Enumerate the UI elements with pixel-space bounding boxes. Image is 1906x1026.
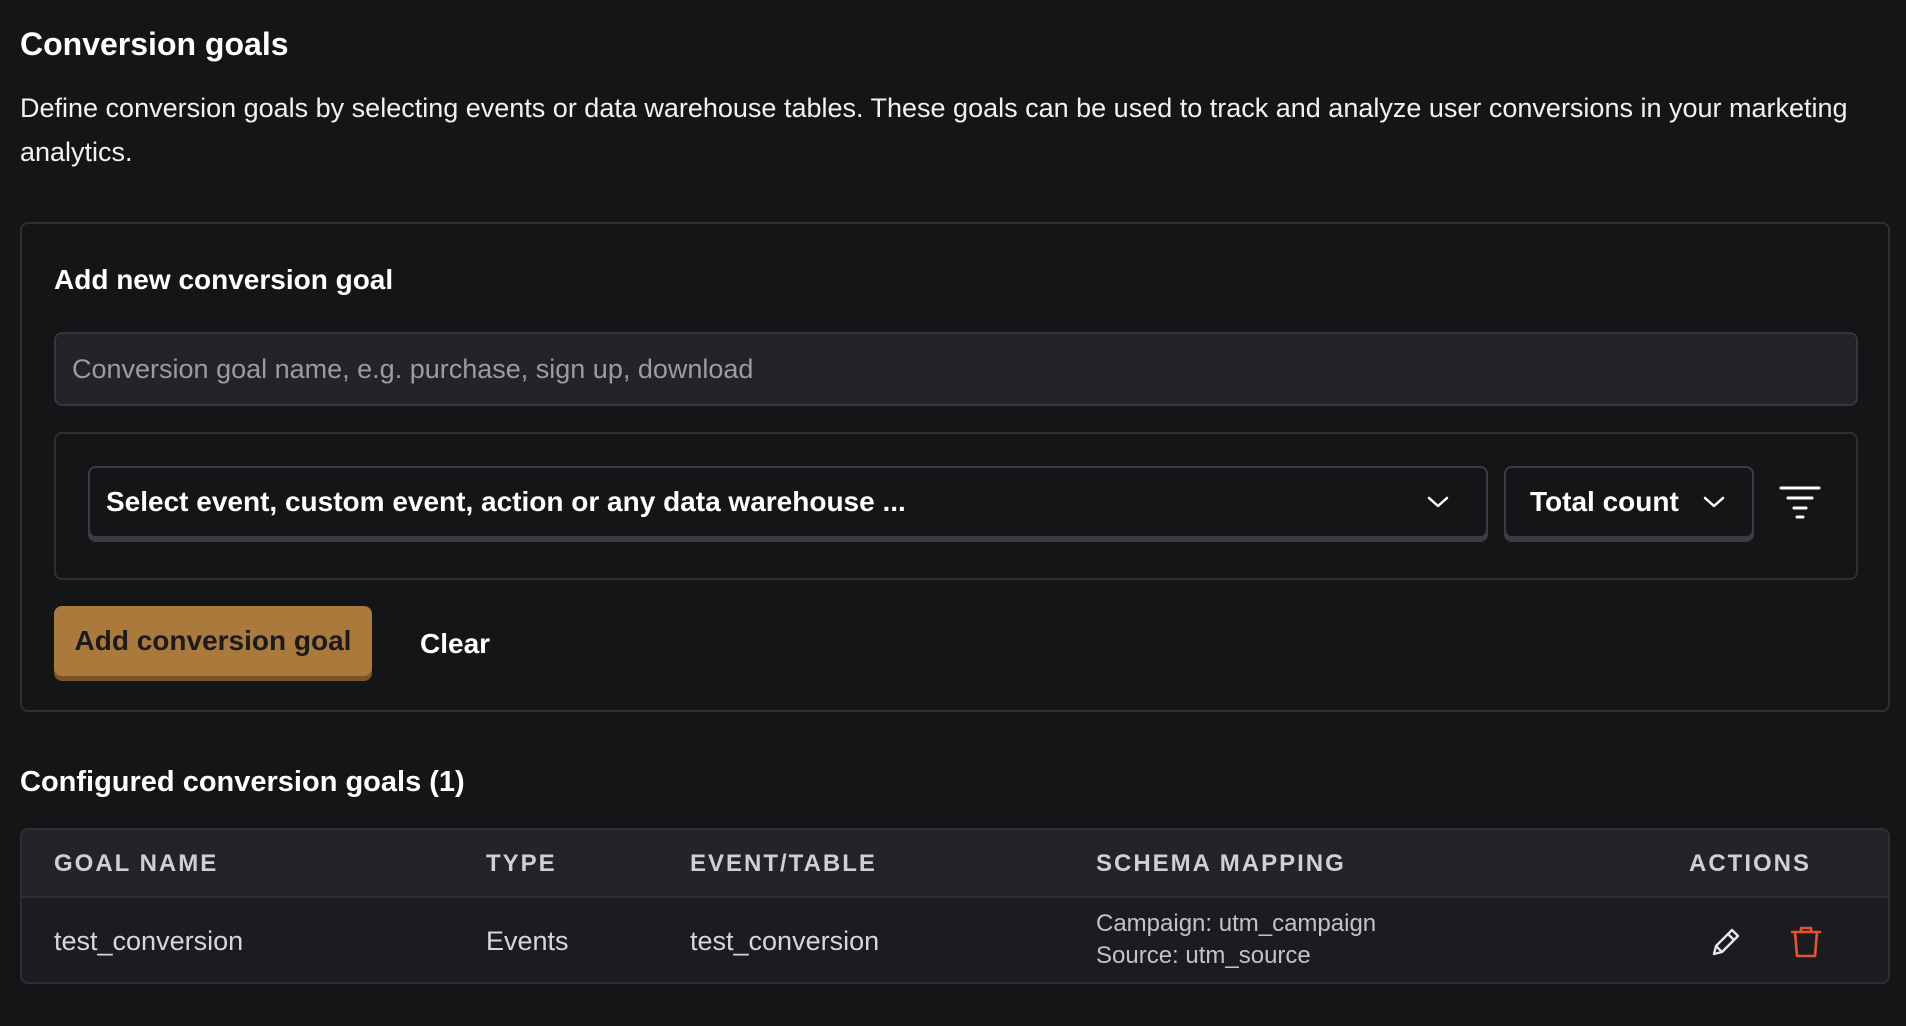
add-goal-title: Add new conversion goal bbox=[54, 264, 394, 295]
trash-icon[interactable] bbox=[1782, 918, 1830, 966]
add-goal-panel: Add new conversion goal Select event, cu… bbox=[20, 222, 1890, 712]
chevron-down-icon bbox=[1424, 488, 1452, 516]
mapping-source: Source: utm_source bbox=[1096, 942, 1311, 969]
column-header-schema-mapping: SCHEMA MAPPING bbox=[1096, 850, 1346, 877]
table-row: test_conversion Events test_conversion C… bbox=[22, 898, 1888, 982]
event-select-dropdown[interactable]: Select event, custom event, action or an… bbox=[88, 466, 1488, 538]
math-select-label: Total count bbox=[1530, 486, 1679, 517]
event-select-label: Select event, custom event, action or an… bbox=[106, 486, 906, 517]
add-conversion-goal-button[interactable]: Add conversion goal bbox=[54, 606, 372, 676]
conversion-goals-table: GOAL NAME TYPE EVENT/TABLE SCHEMA MAPPIN… bbox=[20, 828, 1890, 984]
goal-name-cell: test_conversion bbox=[54, 926, 244, 956]
clear-button[interactable]: Clear bbox=[412, 616, 498, 672]
column-header-event-table: EVENT/TABLE bbox=[690, 850, 877, 877]
conversion-goals-page: Conversion goals Define conversion goals… bbox=[0, 0, 1906, 1026]
chevron-down-icon bbox=[1700, 488, 1728, 516]
mapping-campaign: Campaign: utm_campaign bbox=[1096, 910, 1377, 937]
page-title: Conversion goals bbox=[20, 26, 289, 62]
column-header-goal-name: GOAL NAME bbox=[54, 850, 219, 877]
page-description: Define conversion goals by selecting eve… bbox=[20, 93, 1848, 167]
column-header-type: TYPE bbox=[486, 850, 557, 877]
event-selector-row: Select event, custom event, action or an… bbox=[54, 432, 1858, 580]
event-table-cell: test_conversion bbox=[690, 926, 880, 956]
filter-icon[interactable] bbox=[1776, 478, 1824, 526]
table-header: GOAL NAME TYPE EVENT/TABLE SCHEMA MAPPIN… bbox=[22, 830, 1888, 898]
math-select-dropdown[interactable]: Total count bbox=[1504, 466, 1754, 538]
goal-name-input[interactable] bbox=[54, 332, 1858, 406]
type-cell: Events bbox=[486, 926, 569, 956]
schema-mapping-cell: Campaign: utm_campaign Source: utm_sourc… bbox=[1096, 908, 1376, 972]
configured-goals-title: Configured conversion goals (1) bbox=[20, 766, 465, 798]
column-header-actions: ACTIONS bbox=[1689, 850, 1811, 877]
edit-icon[interactable] bbox=[1702, 918, 1750, 966]
